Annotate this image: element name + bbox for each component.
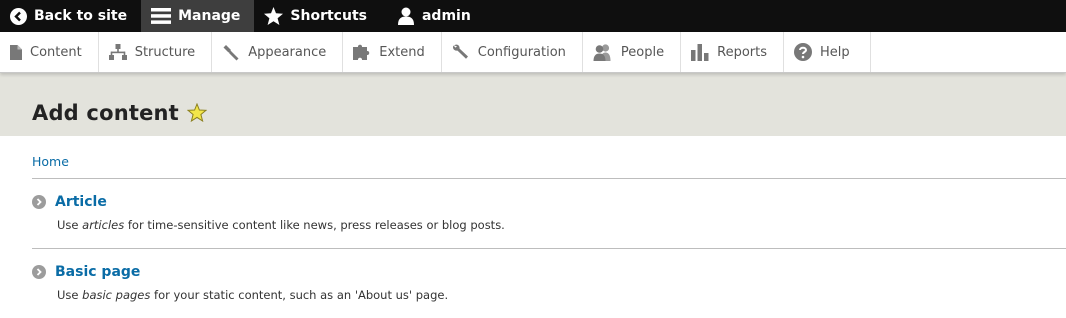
user-label: admin (421, 8, 471, 24)
breadcrumb-home-link[interactable]: Home (32, 154, 69, 169)
back-to-site-link[interactable]: Back to site (0, 0, 141, 32)
content-type-item: Article Use articles for time-sensitive … (32, 179, 1066, 249)
tray-item-reports[interactable]: Reports (681, 32, 784, 72)
back-to-site-label: Back to site (34, 8, 128, 24)
shortcuts-tab[interactable]: Shortcuts (254, 0, 381, 32)
tray-label-content: Content (30, 44, 82, 60)
content-type-description: Use articles for time-sensitive content … (57, 218, 505, 232)
structure-icon (108, 44, 127, 60)
wrench-icon (452, 44, 470, 61)
admin-tray: Content Structure Appearance Extend Conf… (0, 32, 1066, 73)
tray-item-structure[interactable]: Structure (99, 32, 213, 72)
user-tab[interactable]: admin (381, 0, 485, 32)
content-type-description: Use basic pages for your static content,… (57, 288, 449, 302)
manage-tab[interactable]: Manage (141, 0, 255, 32)
tray-item-extend[interactable]: Extend (343, 32, 442, 72)
tray-item-people[interactable]: People (583, 32, 682, 72)
tray-item-configuration[interactable]: Configuration (442, 32, 583, 72)
question-icon (794, 43, 812, 61)
tray-label-configuration: Configuration (477, 44, 566, 60)
hamburger-icon (151, 8, 172, 24)
tray-label-people: People (620, 44, 665, 60)
chevron-right-icon (32, 195, 46, 209)
tray-label-extend: Extend (379, 44, 425, 60)
back-arrow-icon (10, 7, 27, 25)
page-header: Add content (0, 73, 1066, 136)
paintbrush-icon (222, 44, 240, 61)
breadcrumb: Home (32, 136, 1066, 179)
file-icon (10, 44, 22, 60)
content-type-item: Basic page Use basic pages for your stat… (32, 249, 1066, 318)
admin-toolbar: Back to site Manage Shortcuts admin (0, 0, 1066, 32)
people-icon (593, 43, 613, 61)
tray-label-help: Help (820, 44, 850, 60)
tray-item-content[interactable]: Content (0, 32, 99, 72)
tray-label-reports: Reports (717, 44, 767, 60)
shortcuts-label: Shortcuts (290, 8, 367, 24)
tray-item-help[interactable]: Help (784, 32, 871, 72)
user-icon (397, 7, 415, 25)
puzzle-icon (353, 44, 371, 61)
main-content: Home Article Use articles for time-sensi… (0, 136, 1066, 318)
favorite-star-icon[interactable] (186, 103, 207, 122)
tray-label-structure: Structure (134, 44, 196, 60)
chevron-right-icon (32, 265, 46, 279)
tray-label-appearance: Appearance (248, 44, 327, 60)
tray-item-appearance[interactable]: Appearance (212, 32, 344, 72)
content-type-link-basic-page[interactable]: Basic page (55, 264, 140, 280)
bar-chart-icon (691, 43, 709, 61)
content-type-link-article[interactable]: Article (55, 194, 107, 210)
page-title: Add content (32, 100, 179, 125)
manage-label: Manage (178, 8, 241, 24)
star-icon (264, 7, 284, 25)
